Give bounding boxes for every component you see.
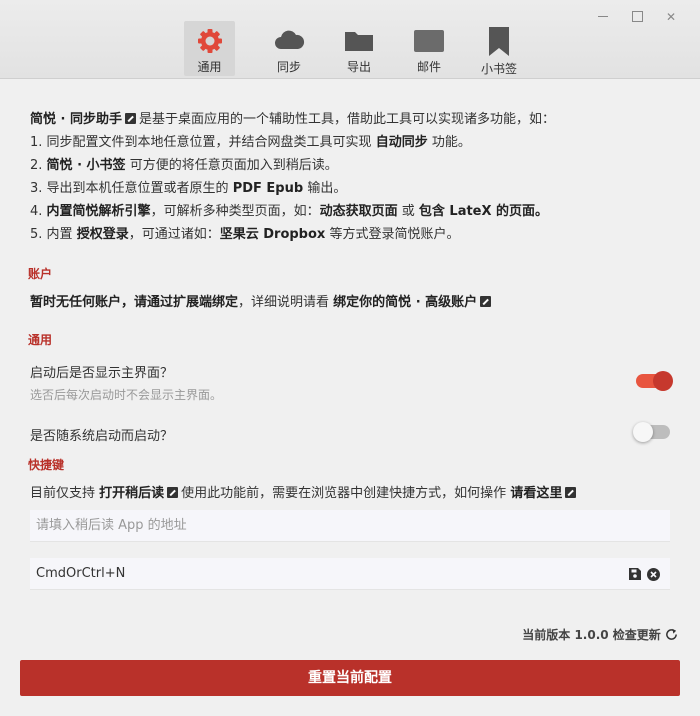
shortcut-help-link[interactable]: 请看这里	[510, 486, 562, 501]
external-link-icon[interactable]	[167, 487, 179, 498]
shortcut-input-icons	[629, 558, 660, 590]
intro-text: 功能。	[431, 135, 471, 150]
tab-bookmarklet[interactable]: 小书签	[464, 21, 534, 76]
shortcut-text: 使用此功能前，需要在浏览器中创建快捷方式，如何操作	[181, 486, 507, 501]
save-icon[interactable]	[629, 568, 641, 580]
account-text: ，详细说明请看	[238, 295, 330, 310]
intro-bold: 内置简悦解析引擎	[46, 204, 151, 219]
account-note: 暂时无任何账户，请通过扩展端绑定	[30, 295, 239, 310]
intro-text: 可方便的将任意页面加入到稍后读。	[129, 158, 338, 173]
shortcut-value: CmdOrCtrl+N	[36, 566, 126, 581]
bookmark-icon	[489, 27, 509, 56]
intro-bold: 坚果云 Dropbox	[219, 227, 326, 242]
reset-config-button[interactable]: 重置当前配置	[20, 660, 680, 696]
section-general: 通用	[28, 333, 53, 347]
close-button[interactable]	[654, 8, 688, 26]
external-link-icon[interactable]	[125, 113, 136, 124]
intro: 简悦 · 同步助手 是基于桌面应用的一个辅助性工具，借助此工具可以实现诸多功能，如…	[30, 108, 670, 246]
shortcut-text: 目前仅支持	[30, 486, 96, 501]
intro-bold: PDF Epub	[232, 181, 304, 196]
toggle-auto-start[interactable]	[633, 422, 670, 442]
cloud-icon	[275, 30, 305, 49]
version-label: 当前版本 1.0.0 检查更新	[522, 628, 661, 642]
tab-general[interactable]: 通用	[184, 21, 235, 76]
mail-icon	[414, 30, 444, 52]
intro-text: 3. 导出到本机任意位置或者原生的	[30, 181, 229, 196]
option-subtitle: 选否后每次启动时不会显示主界面。	[30, 388, 223, 402]
intro-text: ，可解析多种类型页面，如：	[150, 204, 320, 219]
intro-bold: 自动同步	[375, 135, 428, 150]
intro-text: 4.	[30, 204, 43, 219]
intro-text: 输出。	[307, 181, 347, 196]
intro-line: 4. 内置简悦解析引擎，可解析多种类型页面，如：动态获取页面 或 包含 Late…	[30, 200, 670, 223]
tab-bar: 通用 同步 导出 邮件 小书签	[184, 21, 534, 76]
toggle-knob	[633, 422, 653, 442]
read-later-url-input[interactable]: 请填入稍后读 App 的地址	[30, 510, 670, 542]
tab-sync[interactable]: 同步	[254, 21, 324, 76]
title-bar: 通用 同步 导出 邮件 小书签	[0, 0, 700, 79]
intro-text: 2.	[30, 158, 43, 173]
intro-text: 等方式登录简悦账户。	[329, 227, 460, 242]
intro-bold: 简悦 · 小书签	[46, 158, 126, 173]
section-shortcut: 快捷键	[28, 458, 65, 472]
intro-line: 2. 简悦 · 小书签 可方便的将任意页面加入到稍后读。	[30, 154, 670, 177]
folder-icon	[345, 32, 373, 51]
intro-line: 1. 同步配置文件到本地任意位置，并结合网盘类工具可实现 自动同步 功能。	[30, 131, 670, 154]
intro-text: 或	[401, 204, 415, 219]
option-show-main-window: 启动后是否显示主界面？ 选否后每次启动时不会显示主界面。	[30, 362, 222, 403]
shortcut-info: 目前仅支持 打开稍后读 使用此功能前，需要在浏览器中创建快捷方式，如何操作 请看这…	[30, 482, 579, 501]
tab-export[interactable]: 导出	[324, 21, 394, 76]
gear-icon	[197, 29, 222, 53]
refresh-icon[interactable]	[665, 628, 678, 641]
tab-general-label: 通用	[197, 60, 222, 74]
version-info[interactable]: 当前版本 1.0.0 检查更新	[522, 626, 678, 643]
intro-line: 5. 内置 授权登录，可通过诸如：坚果云 Dropbox 等方式登录简悦账户。	[30, 223, 670, 246]
external-link-icon[interactable]	[565, 487, 577, 498]
shortcut-key-input[interactable]: CmdOrCtrl+N	[30, 558, 670, 590]
toggle-knob	[653, 371, 673, 391]
clear-icon[interactable]	[647, 567, 660, 581]
option-title: 是否随系统启动而启动？	[30, 429, 174, 444]
intro-bold: 授权登录	[76, 227, 129, 242]
intro-text: 1. 同步配置文件到本地任意位置，并结合网盘类工具可实现	[30, 135, 372, 150]
tab-sync-label: 同步	[276, 60, 301, 74]
external-link-icon[interactable]	[480, 296, 492, 307]
option-title: 启动后是否显示主界面？	[30, 366, 174, 381]
intro-text: 是基于桌面应用的一个辅助性工具，借助此工具可以实现诸多功能，如：	[139, 112, 556, 127]
intro-text: ，可通过诸如：	[128, 227, 220, 242]
account-link[interactable]: 绑定你的简悦 · 高级账户	[333, 295, 477, 310]
intro-bold: 动态获取页面	[319, 204, 398, 219]
tab-export-label: 导出	[346, 60, 371, 74]
tab-bookmarklet-label: 小书签	[480, 62, 517, 76]
intro-bold: 包含 LateX 的页面。	[418, 204, 549, 219]
intro-line: 简悦 · 同步助手 是基于桌面应用的一个辅助性工具，借助此工具可以实现诸多功能，如…	[30, 108, 670, 131]
account-info: 暂时无任何账户，请通过扩展端绑定，详细说明请看 绑定你的简悦 · 高级账户	[30, 291, 494, 310]
window-controls	[586, 8, 688, 26]
shortcut-bold[interactable]: 打开稍后读	[99, 486, 164, 501]
maximize-button[interactable]	[620, 8, 654, 26]
tab-mail-label: 邮件	[416, 60, 441, 74]
intro-title: 简悦 · 同步助手	[30, 112, 122, 127]
option-auto-start: 是否随系统启动而启动？	[30, 425, 173, 444]
section-account: 账户	[28, 267, 53, 281]
minimize-button[interactable]	[586, 8, 620, 26]
intro-text: 5. 内置	[30, 227, 73, 242]
toggle-show-main-window[interactable]	[636, 371, 673, 391]
intro-line: 3. 导出到本机任意位置或者原生的 PDF Epub 输出。	[30, 177, 670, 200]
tab-mail[interactable]: 邮件	[394, 21, 464, 76]
